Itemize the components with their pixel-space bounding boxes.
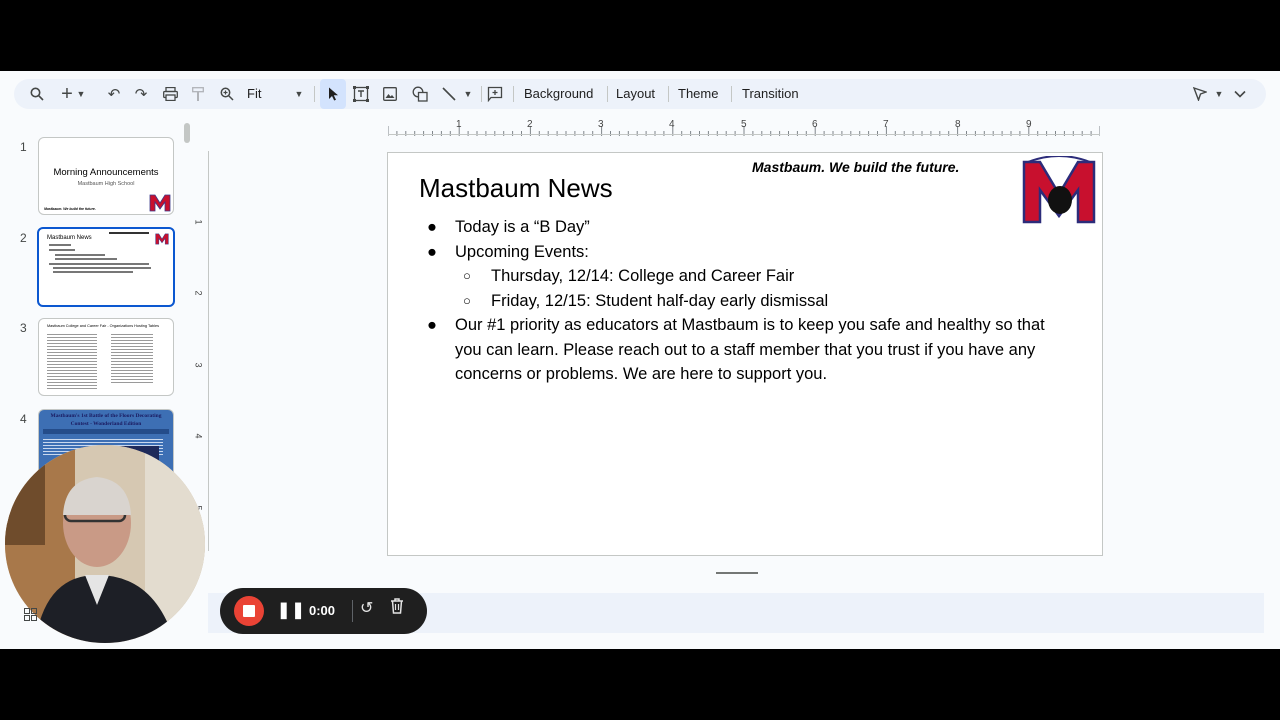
paint-format-icon[interactable] <box>185 79 211 109</box>
thumb-footer: Mastbaum. We build the future. <box>44 207 96 211</box>
line-dropdown-icon[interactable]: ▼ <box>461 79 475 109</box>
dropdown-arrow-icon[interactable]: ▼ <box>74 79 88 109</box>
slide-canvas[interactable]: Mastbaum News Mastbaum. We build the fut… <box>387 152 1103 556</box>
toolbar-divider <box>668 86 669 102</box>
bullet-text: Upcoming Events: <box>455 242 589 261</box>
toolbar: + ▼ ↶ ↷ Fit ▼ ▼ Background Layout Theme … <box>14 79 1266 109</box>
toolbar-divider <box>314 86 315 102</box>
slide-number: 2 <box>20 231 27 245</box>
speaker-notes-handle[interactable] <box>716 572 758 574</box>
text-box-icon[interactable] <box>348 79 374 109</box>
slide-number: 1 <box>20 140 27 154</box>
slide-title[interactable]: Mastbaum News <box>419 173 613 204</box>
ruler-number: 1 <box>456 119 462 130</box>
bullet-text: Thursday, 12/14: College and Career Fair <box>491 267 795 285</box>
slide-body[interactable]: ● Today is a “B Day” ● Upcoming Events: ○ T… <box>418 215 1068 387</box>
theme-button[interactable]: Theme <box>678 79 718 109</box>
search-icon[interactable] <box>24 79 50 109</box>
sub-bullet-item: ○ Friday, 12/15: Student half-day early d… <box>463 291 829 310</box>
ruler-number: 3 <box>193 362 204 368</box>
toolbar-divider <box>513 86 514 102</box>
thumb-title: Morning Announcements <box>53 167 159 178</box>
undo-icon[interactable]: ↶ <box>101 79 127 109</box>
slide-thumbnail-3[interactable]: Mastbaum College and Career Fair - Organ… <box>38 318 174 396</box>
zoom-dropdown-icon[interactable]: ▼ <box>292 79 306 109</box>
toolbar-divider <box>607 86 608 102</box>
image-icon[interactable] <box>377 79 403 109</box>
ruler-number: 3 <box>598 119 604 130</box>
ruler-number: 4 <box>669 119 675 130</box>
zoom-icon[interactable] <box>214 79 240 109</box>
mastbaum-logo-icon <box>155 233 169 245</box>
line-icon[interactable] <box>436 79 462 109</box>
ruler-numbers-top: 1 2 3 4 5 6 7 8 9 <box>388 119 1100 133</box>
ruler-number: 4 <box>193 433 204 439</box>
background-button[interactable]: Background <box>524 79 593 109</box>
filmstrip-scrollbar[interactable] <box>184 123 190 143</box>
sub-bullet-item: ○ Thursday, 12/14: College and Career Fai… <box>463 267 795 285</box>
toolbar-divider <box>731 86 732 102</box>
bullet-item: ● Our #1 priority as educators at Mastbau… <box>427 316 1045 383</box>
ruler-number: 6 <box>812 119 818 130</box>
pen-dropdown-icon[interactable]: ▼ <box>1212 79 1226 109</box>
transition-button[interactable]: Transition <box>742 79 799 109</box>
slide-thumbnail-2[interactable]: Mastbaum News <box>37 227 175 307</box>
recording-timer: 0:00 <box>309 603 336 618</box>
bullet-text: Our #1 priority as educators at Mastbaum… <box>455 316 1045 383</box>
ruler-number: 8 <box>955 119 961 130</box>
recorder-divider <box>352 600 353 622</box>
ruler-number: 9 <box>1026 119 1032 130</box>
slide-number: 4 <box>20 412 27 426</box>
ruler-numbers-left: 1 2 3 4 5 <box>193 151 206 551</box>
thumb-subtitle: Mastbaum High School <box>77 181 135 187</box>
ruler-number: 2 <box>193 290 204 296</box>
print-icon[interactable] <box>157 79 183 109</box>
bullet-item: ● Today is a “B Day” <box>427 218 590 236</box>
redo-icon[interactable]: ↷ <box>128 79 154 109</box>
delete-icon[interactable] <box>390 598 404 619</box>
chevron-down-icon[interactable] <box>1227 79 1253 109</box>
slide-tagline[interactable]: Mastbaum. We build the future. <box>752 159 959 175</box>
bullet-text: Friday, 12/15: Student half-day early di… <box>491 291 829 310</box>
pause-icon[interactable]: ❚❚ <box>277 600 306 620</box>
grid-view-icon[interactable] <box>24 608 37 624</box>
recording-controls: ❚❚ 0:00 ↺ <box>220 588 427 634</box>
shape-icon[interactable] <box>407 79 433 109</box>
slide-number: 3 <box>20 321 27 335</box>
zoom-select[interactable]: Fit <box>247 79 261 109</box>
thumb-title: Mastbaum's 1st Battle of the Floors Deco… <box>50 413 162 427</box>
slide-thumbnail-1[interactable]: Morning Announcements Mastbaum High Scho… <box>38 137 174 215</box>
restart-icon[interactable]: ↺ <box>360 598 373 618</box>
bullet-item: ● Upcoming Events: <box>427 242 589 261</box>
mastbaum-logo-icon <box>149 194 171 212</box>
ruler-number: 1 <box>193 219 204 225</box>
bullet-text: Today is a “B Day” <box>455 218 590 236</box>
pen-cursor-icon[interactable] <box>1187 79 1213 109</box>
layout-button[interactable]: Layout <box>616 79 655 109</box>
select-cursor-icon[interactable] <box>320 79 346 109</box>
vertical-ruler[interactable] <box>208 151 209 551</box>
thumb-title: Mastbaum College and Career Fair - Organ… <box>47 324 159 328</box>
ruler-number: 5 <box>741 119 747 130</box>
add-comment-icon[interactable] <box>482 79 508 109</box>
ruler-number: 2 <box>527 119 533 130</box>
stop-recording-button[interactable] <box>234 596 264 626</box>
thumb-title: Mastbaum News <box>47 235 92 241</box>
ruler-number: 7 <box>883 119 889 130</box>
